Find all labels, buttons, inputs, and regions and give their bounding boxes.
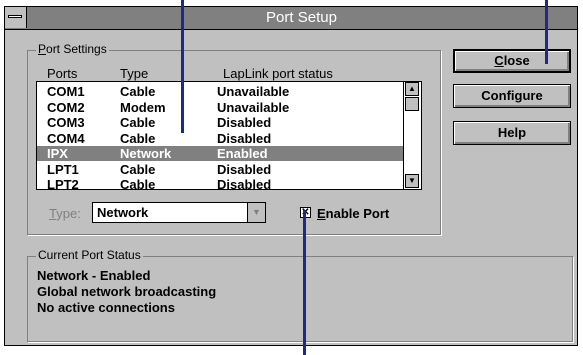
system-menu-button[interactable] [5, 7, 27, 28]
title-bar[interactable]: Port Setup [5, 7, 577, 30]
list-item[interactable]: IPX Network Enabled [37, 146, 404, 161]
list-item-type: Cable [120, 177, 156, 190]
dropdown-arrow-icon[interactable]: ▼ [247, 203, 265, 222]
column-header-ports: Ports [47, 66, 78, 81]
status-line: No active connections [37, 300, 175, 315]
window-title: Port Setup [266, 9, 337, 26]
column-header-status: LapLink port status [223, 66, 333, 81]
close-button[interactable]: Close [453, 49, 571, 73]
list-item[interactable]: COM3 Cable Disabled [37, 115, 404, 130]
system-menu-icon [8, 15, 22, 18]
column-header-type: Type [120, 66, 149, 81]
scroll-thumb[interactable] [405, 97, 419, 111]
list-item-port: COM4 [47, 130, 85, 146]
list-item-port: LPT2 [47, 177, 79, 190]
list-item-port: LPT1 [47, 161, 79, 177]
configure-button[interactable]: Configure [453, 84, 571, 108]
ports-list: COM1 Cable Unavailable COM2 Modem Unavailable… [37, 82, 404, 189]
list-item[interactable]: LPT2 Cable Disabled [37, 177, 404, 190]
list-item-type: Cable [120, 115, 156, 130]
list-item-type: Modem [120, 99, 166, 115]
scroll-down-arrow-icon[interactable]: ▼ [405, 174, 419, 188]
list-item-status: Disabled [217, 130, 272, 146]
status-line: Global network broadcasting [37, 284, 217, 299]
list-item-status: Disabled [217, 177, 272, 190]
list-item-type: Cable [120, 130, 156, 146]
help-button[interactable]: Help [453, 121, 571, 145]
list-item-port: IPX [47, 146, 68, 161]
status-line: Network - Enabled [37, 268, 151, 283]
list-item[interactable]: COM1 Cable Unavailable [37, 84, 404, 99]
ports-scrollbar[interactable]: ▲ ▼ [403, 82, 421, 189]
list-item[interactable]: COM2 Modem Unavailable [37, 100, 404, 115]
list-item-port: COM2 [47, 99, 85, 115]
list-item[interactable]: COM4 Cable Disabled [37, 131, 404, 146]
list-item-port: COM3 [47, 115, 85, 130]
list-item-status: Disabled [217, 161, 272, 177]
list-item-status: Unavailable [217, 99, 290, 115]
current-status-label: Current Port Status [36, 248, 143, 262]
type-label: Type: [49, 206, 81, 221]
list-item-type: Cable [120, 84, 156, 99]
list-item-port: COM1 [47, 84, 85, 99]
scroll-up-arrow-icon[interactable]: ▲ [405, 82, 419, 96]
type-value: Network [97, 205, 149, 220]
list-item-status: Unavailable [217, 84, 290, 99]
list-item[interactable]: LPT1 Cable Disabled [37, 162, 404, 177]
type-combobox[interactable]: Network ▼ [92, 202, 266, 223]
callout-line-listbox [181, 0, 184, 133]
list-item-status: Disabled [217, 115, 272, 130]
list-item-type: Cable [120, 161, 156, 177]
list-item-type: Network [120, 146, 172, 161]
port-settings-label: Port Settings [36, 42, 109, 56]
enable-port-label[interactable]: Enable Port [317, 206, 389, 221]
callout-line-enable-port [303, 210, 306, 355]
callout-line-close [545, 0, 548, 64]
ports-listbox[interactable]: COM1 Cable Unavailable COM2 Modem Unavailable… [36, 81, 422, 190]
list-item-status: Enabled [217, 146, 268, 161]
